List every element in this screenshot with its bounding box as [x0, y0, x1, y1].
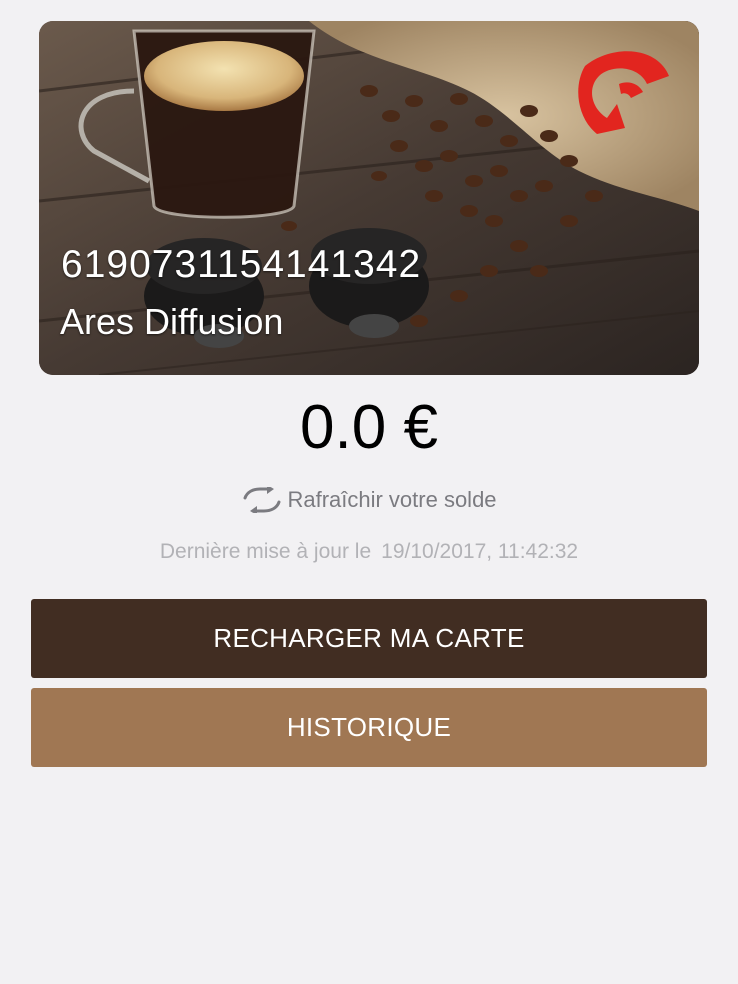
refresh-icon [243, 487, 281, 513]
recharge-card-label: RECHARGER MA CARTE [213, 623, 525, 653]
last-update-datetime: 19/10/2017, 11:42:32 [381, 540, 579, 563]
history-label: HISTORIQUE [286, 712, 452, 742]
recharge-card-button[interactable]: RECHARGER MA CARTE [31, 599, 707, 678]
balance-amount: 0.0 € [300, 393, 438, 462]
card-number: 6190731154141342 [61, 243, 422, 286]
brand-logo-icon [578, 51, 669, 134]
last-update-label: Dernière mise à jour le [159, 540, 372, 563]
last-update: Dernière mise à jour le 19/10/2017, 11:42… [0, 540, 738, 564]
history-button[interactable]: HISTORIQUE [31, 688, 707, 767]
loyalty-card: 6190731154141342 Ares Diffusion [39, 21, 699, 375]
refresh-balance-button[interactable]: Rafraîchir votre solde [0, 487, 738, 513]
refresh-label: Rafraîchir votre solde [287, 487, 497, 512]
card-holder-name: Ares Diffusion [60, 301, 284, 342]
